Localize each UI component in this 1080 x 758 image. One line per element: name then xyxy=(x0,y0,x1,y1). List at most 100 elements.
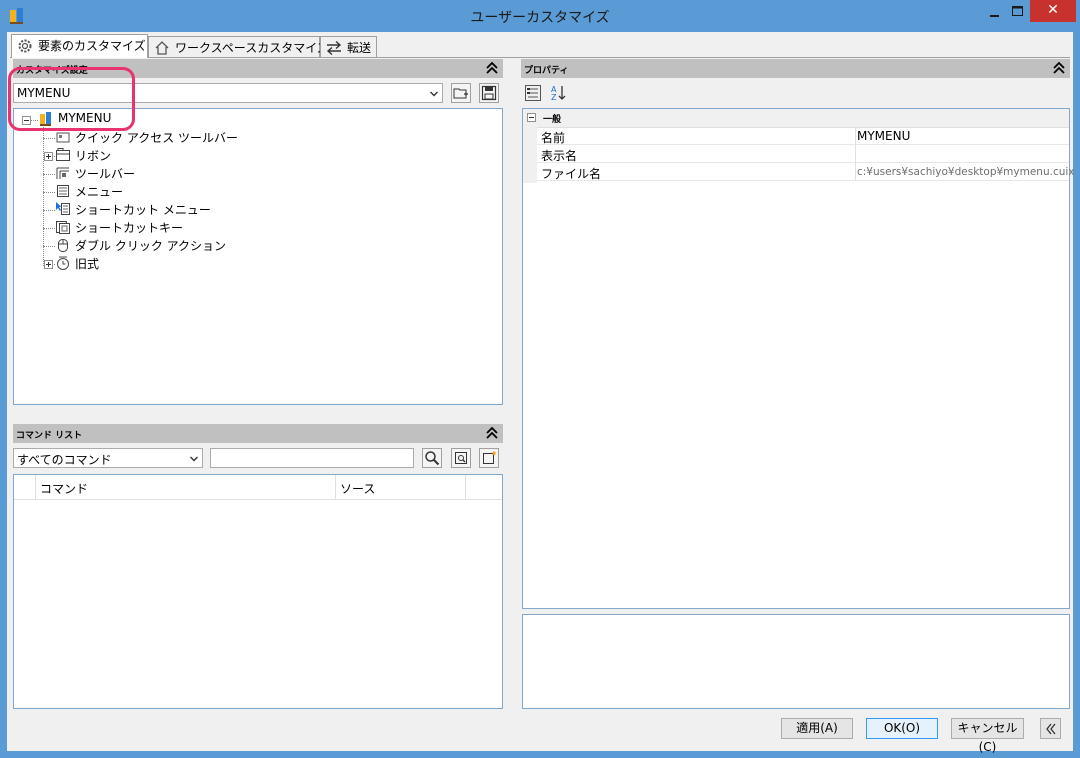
tree-line xyxy=(43,138,55,139)
new-command-button[interactable] xyxy=(479,448,499,468)
svg-text:Z: Z xyxy=(551,93,557,102)
property-name: 表示名 xyxy=(541,149,578,163)
search-icon xyxy=(425,451,440,466)
customize-panel-title: カスタマイズ設定 xyxy=(16,66,88,76)
tree-collapse-toggle[interactable] xyxy=(22,116,31,125)
command-filter-select[interactable]: すべてのコマンド xyxy=(13,448,203,468)
category-label: 一般 xyxy=(543,115,562,125)
property-row-file-name[interactable]: ファイル名 c:¥users¥sachiyo¥desktop¥mymenu.cu… xyxy=(537,163,1075,181)
sort-az-icon: A Z xyxy=(551,85,566,102)
column-label: ソース xyxy=(340,482,376,496)
properties-panel-title: プロパティ xyxy=(524,66,569,76)
collapse-icon[interactable] xyxy=(485,60,499,76)
command-panel-header: コマンド リスト xyxy=(13,424,503,443)
apply-button[interactable]: 適用(A) xyxy=(781,718,853,739)
tab-workspace[interactable]: ワークスペースカスタマイズ xyxy=(148,36,329,57)
tree-item-label: 旧式 xyxy=(75,257,100,271)
shortcut-menu-icon xyxy=(56,202,70,215)
tab-label: ワークスペースカスタマイズ xyxy=(175,41,329,55)
customize-tree: MYMENU クイック アクセス ツールバー リボン ツールバー メニュー ショ… xyxy=(13,108,503,405)
property-value: c:¥users¥sachiyo¥desktop¥mymenu.cuix xyxy=(857,166,1075,178)
tree-line xyxy=(43,246,55,247)
cuix-file-icon xyxy=(40,112,51,126)
tree-item-label: ショートカットキー xyxy=(75,221,184,235)
tree-line xyxy=(43,228,55,229)
property-name: ファイル名 xyxy=(541,167,602,181)
property-divider xyxy=(855,127,856,145)
clock-icon xyxy=(57,256,69,270)
customize-file-select[interactable]: MYMENU xyxy=(13,83,443,103)
customize-panel-header: カスタマイズ設定 xyxy=(13,59,503,78)
collapse-icon[interactable] xyxy=(485,425,499,441)
find-command-button[interactable] xyxy=(451,448,471,468)
tab-divider xyxy=(10,57,1070,58)
tree-item-label: ショートカット メニュー xyxy=(75,203,211,217)
keyboard-key-icon xyxy=(56,221,70,234)
tree-line xyxy=(31,120,38,121)
tree-line xyxy=(43,192,55,193)
categorized-button[interactable] xyxy=(523,83,543,103)
close-button[interactable]: ✕ xyxy=(1030,0,1076,22)
gear-icon xyxy=(18,39,32,53)
tab-label: 要素のカスタマイズ xyxy=(38,39,146,53)
tab-label: 転送 xyxy=(347,41,372,55)
menu-icon xyxy=(57,185,69,197)
property-row-name[interactable]: 名前 MYMENU xyxy=(537,127,1069,145)
tree-line xyxy=(43,210,55,211)
properties-panel-header: プロパティ xyxy=(521,59,1070,78)
dialog-client: 要素のカスタマイズ ワークスペースカスタマイズ 転送 カスタマイズ設定 MYME… xyxy=(7,32,1075,754)
command-list-header: コマンド ソース xyxy=(14,475,502,500)
ok-button[interactable]: OK(O) xyxy=(866,718,938,739)
dialog-window: ユーザーカスタマイズ ✕ 要素のカスタマイズ ワークスペースカスタマイズ 転送 … xyxy=(0,0,1080,758)
property-divider xyxy=(855,163,856,181)
tab-transfer[interactable]: 転送 xyxy=(320,36,377,57)
tree-item-label: MYMENU xyxy=(58,111,112,125)
toolbar-icon xyxy=(56,132,70,143)
customize-file-value: MYMENU xyxy=(17,86,71,100)
open-file-button[interactable] xyxy=(451,83,471,103)
toolbars-icon xyxy=(56,167,69,179)
tree-line xyxy=(43,174,55,175)
tree-expand-toggle[interactable] xyxy=(44,260,53,269)
home-icon xyxy=(155,41,169,55)
save-file-button[interactable] xyxy=(479,83,499,103)
category-collapse-toggle[interactable] xyxy=(527,113,536,122)
collapse-icon[interactable] xyxy=(1052,60,1066,76)
tree-item-label: クイック アクセス ツールバー xyxy=(75,131,239,145)
close-icon: ✕ xyxy=(1047,2,1059,18)
column-icon xyxy=(14,475,36,499)
collapse-dialog-button[interactable] xyxy=(1040,718,1061,739)
search-button[interactable] xyxy=(422,448,442,468)
column-source[interactable]: ソース xyxy=(336,475,466,499)
open-folder-icon xyxy=(453,88,468,99)
window-title: ユーザーカスタマイズ xyxy=(470,10,610,26)
column-label: コマンド xyxy=(40,482,89,496)
maximize-button[interactable] xyxy=(1004,2,1030,22)
find-command-icon xyxy=(455,452,467,464)
property-margin xyxy=(523,127,537,183)
command-filter-value: すべてのコマンド xyxy=(17,453,112,467)
tree-item-label: リボン xyxy=(75,149,112,163)
tab-customize-elements[interactable]: 要素のカスタマイズ xyxy=(11,34,148,58)
category-row[interactable]: 一般 xyxy=(523,109,1069,128)
property-name: 名前 xyxy=(541,131,566,145)
tree-item-label: メニュー xyxy=(75,185,124,199)
new-command-icon xyxy=(483,450,497,464)
property-value[interactable]: MYMENU xyxy=(857,129,910,143)
property-divider xyxy=(855,145,856,163)
cancel-button[interactable]: キャンセル(C) xyxy=(951,718,1024,754)
command-search-input[interactable] xyxy=(210,448,414,468)
save-icon xyxy=(481,85,497,101)
ribbon-icon xyxy=(56,148,70,161)
property-description xyxy=(522,614,1070,709)
categorized-icon xyxy=(525,85,541,101)
tree-item-label: ツールバー xyxy=(75,167,136,181)
chevron-left-double-icon xyxy=(1046,723,1056,735)
transfer-icon xyxy=(326,40,342,56)
tree-expand-toggle[interactable] xyxy=(44,152,53,161)
property-grid: 一般 名前 MYMENU 表示名 ファイル名 c:¥users¥sachiyo¥… xyxy=(522,108,1075,609)
command-list: コマンド ソース xyxy=(13,474,503,709)
column-command[interactable]: コマンド xyxy=(36,475,336,499)
sort-az-button[interactable]: A Z xyxy=(549,83,569,103)
property-row-display-name[interactable]: 表示名 xyxy=(537,145,1069,163)
